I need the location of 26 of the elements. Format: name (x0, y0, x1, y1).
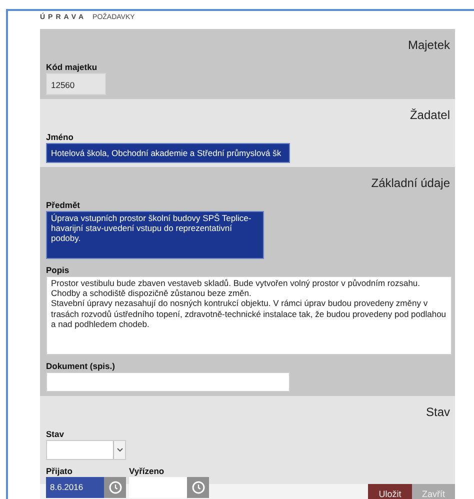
field-label: Kód majetku (46, 62, 98, 72)
clock-icon (108, 481, 122, 494)
clock-button[interactable] (187, 477, 209, 498)
field-label: Stav (46, 429, 64, 439)
input-field[interactable]: Hotelová škola, Obchodní akademie a Střední průmyslová šk (46, 143, 290, 163)
input-field[interactable] (46, 372, 290, 392)
field-label: Dokument (spis.) (46, 361, 115, 371)
chevron-down-icon (116, 448, 122, 452)
select-field[interactable] (46, 440, 126, 460)
field-label: Přijato (46, 466, 72, 476)
clock-icon (192, 481, 204, 494)
clock-button[interactable] (104, 477, 126, 498)
field-label: Jméno (46, 132, 74, 142)
section-title: Stav (426, 405, 450, 419)
section-title: Základní údaje (371, 176, 450, 190)
input-field[interactable]: 12560 (46, 73, 106, 95)
text-area[interactable]: Úprava vstupních prostor školní budovy SPŠ Teplice-havarijní stav-uvedení vstupu do reprezentativní podoby. (46, 211, 264, 259)
text-area[interactable]: Prostor vestibulu bude zbaven vestaveb skladů. Bude vytvořen volný prostor v původním rozsahu. Chodby a schodiště dispozičně zůstanou beze změn. Stavební úpravy nezasahují do nosných kontrukcí objektu. V rámci úprav budou provedeny změny v trasách rozvodů ústředního topení, zdravotně-technické instalace tak, že budou provedeny pod podlahou a nad podhledem chodeb. (46, 276, 452, 355)
section-title: Majetek (408, 38, 450, 52)
field-label: Předmět (46, 200, 80, 210)
form-button[interactable]: Uložit (368, 484, 412, 499)
section-title: Žadatel (410, 108, 450, 122)
field-label: Popis (46, 265, 70, 275)
field-label: Vyřízeno (129, 466, 164, 476)
date-field[interactable]: 8.6.2016 (46, 477, 104, 498)
date-field[interactable] (129, 477, 187, 498)
